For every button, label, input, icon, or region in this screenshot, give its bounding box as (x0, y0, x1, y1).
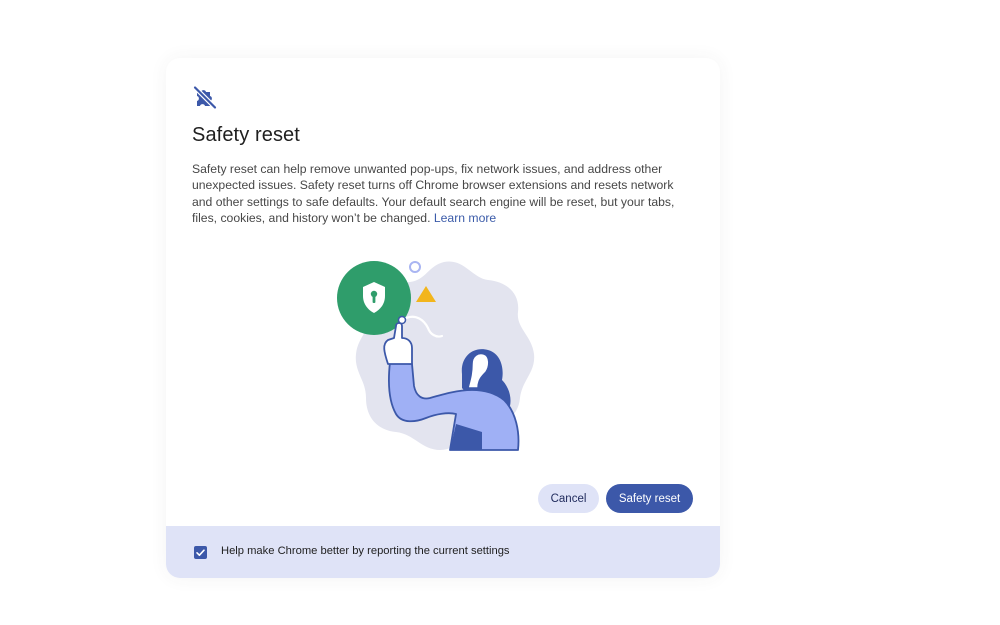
report-settings-checkbox[interactable] (194, 546, 207, 559)
safety-reset-dialog: Safety reset Safety reset can help remov… (166, 58, 720, 578)
puzzle-off-icon (192, 85, 218, 110)
dialog-footer: Help make Chrome better by reporting the… (166, 526, 720, 578)
dialog-description: Safety reset can help remove unwanted po… (192, 161, 692, 227)
cancel-button[interactable]: Cancel (538, 484, 599, 513)
checkmark-icon (196, 549, 205, 556)
person-with-shield-illustration (337, 261, 535, 451)
safety-reset-button[interactable]: Safety reset (606, 484, 693, 513)
report-settings-label: Help make Chrome better by reporting the… (221, 545, 510, 557)
learn-more-link[interactable]: Learn more (434, 211, 496, 225)
keyhole-slot (372, 295, 376, 303)
dialog-title: Safety reset (192, 124, 300, 146)
small-ring (409, 261, 421, 273)
